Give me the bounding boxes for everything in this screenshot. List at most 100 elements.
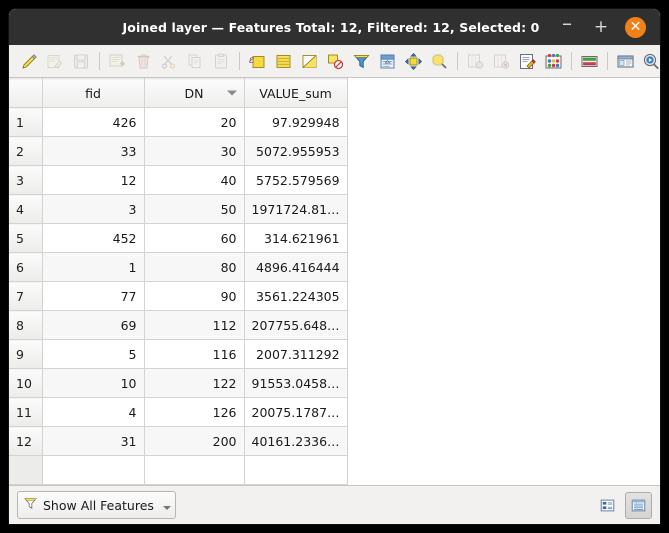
cell-value-sum[interactable]: 5072.955953 bbox=[244, 136, 348, 166]
cell-value-sum[interactable]: 1971724.81… bbox=[244, 194, 348, 224]
cut-features-icon bbox=[157, 48, 182, 74]
toolbar-separator bbox=[239, 52, 240, 70]
table-row[interactable]: 11 4 126 20075.1787… bbox=[9, 397, 348, 427]
cell-dn[interactable]: 200 bbox=[144, 426, 245, 456]
cell-value-sum[interactable]: 3561.224305 bbox=[244, 281, 348, 311]
row-number[interactable]: 3 bbox=[9, 165, 43, 195]
move-selection-to-top-icon[interactable] bbox=[375, 48, 400, 74]
cell-value-sum[interactable]: 4896.416444 bbox=[244, 252, 348, 282]
table-header: fid DN VALUE_sum bbox=[9, 78, 348, 108]
cell-dn[interactable]: 126 bbox=[144, 397, 245, 427]
cell-value-sum[interactable]: 2007.311292 bbox=[244, 339, 348, 369]
cell-dn[interactable]: 80 bbox=[144, 252, 245, 282]
chevron-down-icon bbox=[162, 506, 171, 510]
table-row[interactable]: 4 3 50 1971724.81… bbox=[9, 194, 348, 224]
multi-edit-icon[interactable] bbox=[577, 48, 602, 74]
cell-fid[interactable]: 31 bbox=[42, 426, 145, 456]
cell-fid[interactable]: 33 bbox=[42, 136, 145, 166]
cell-fid[interactable]: 5 bbox=[42, 339, 145, 369]
cell-dn[interactable]: 90 bbox=[144, 281, 245, 311]
cell-value-sum[interactable]: 40161.2336… bbox=[244, 426, 348, 456]
save-edits-icon bbox=[43, 48, 68, 74]
table-row[interactable]: 3 12 40 5752.579569 bbox=[9, 165, 348, 195]
cell-fid[interactable]: 452 bbox=[42, 223, 145, 253]
table-row[interactable]: 12 31 200 40161.2336… bbox=[9, 426, 348, 456]
cell-fid[interactable]: 4 bbox=[42, 397, 145, 427]
toolbar-separator bbox=[457, 52, 458, 70]
window-title: Joined layer — Features Total: 12, Filte… bbox=[122, 19, 540, 35]
cell-fid[interactable]: 10 bbox=[42, 368, 145, 398]
row-number[interactable]: 8 bbox=[9, 310, 43, 340]
table-view-toggle[interactable] bbox=[625, 491, 652, 519]
cell-dn[interactable]: 50 bbox=[144, 194, 245, 224]
minimize-button[interactable]: – bbox=[557, 13, 577, 41]
table-row[interactable]: 5 452 60 314.621961 bbox=[9, 223, 348, 253]
delete-field-icon bbox=[489, 48, 514, 74]
invert-selection-icon[interactable] bbox=[297, 48, 322, 74]
column-header-fid[interactable]: fid bbox=[42, 78, 145, 108]
paste-features-icon bbox=[209, 48, 234, 74]
cell-dn[interactable]: 122 bbox=[144, 368, 245, 398]
table-row[interactable]: 6 1 80 4896.416444 bbox=[9, 252, 348, 282]
column-header-dn[interactable]: DN bbox=[144, 78, 245, 108]
row-number[interactable]: 10 bbox=[9, 368, 43, 398]
cell-fid[interactable]: 3 bbox=[42, 194, 145, 224]
filter-selection-icon[interactable] bbox=[349, 48, 374, 74]
row-number[interactable]: 11 bbox=[9, 397, 43, 427]
table-row[interactable]: 10 10 122 91553.0458… bbox=[9, 368, 348, 398]
select-all-icon[interactable] bbox=[271, 48, 296, 74]
cell-value-sum[interactable]: 97.929948 bbox=[244, 107, 348, 137]
cell-dn[interactable]: 112 bbox=[144, 310, 245, 340]
zoom-map-to-selection-icon[interactable] bbox=[427, 48, 452, 74]
funnel-icon bbox=[23, 496, 38, 514]
column-header-value-sum[interactable]: VALUE_sum bbox=[244, 78, 348, 108]
cell-fid[interactable]: 69 bbox=[42, 310, 145, 340]
sort-descending-icon bbox=[226, 90, 237, 96]
table-body: 1 426 20 97.929948 2 33 30 5072.955953 3 12 40 5752… bbox=[9, 107, 348, 485]
toggle-editing-icon[interactable] bbox=[17, 48, 42, 74]
table-row[interactable]: 1 426 20 97.929948 bbox=[9, 107, 348, 137]
form-view-toggle[interactable] bbox=[594, 492, 621, 519]
open-field-calculator-icon[interactable] bbox=[515, 48, 540, 74]
cell-value-sum[interactable]: 5752.579569 bbox=[244, 165, 348, 195]
form-view-icon[interactable] bbox=[613, 48, 638, 74]
row-number[interactable]: 2 bbox=[9, 136, 43, 166]
deselect-all-icon[interactable] bbox=[323, 48, 348, 74]
row-number[interactable]: 6 bbox=[9, 252, 43, 282]
cell-value-sum[interactable]: 91553.0458… bbox=[244, 368, 348, 398]
cell-value-sum[interactable]: 314.621961 bbox=[244, 223, 348, 253]
conditional-formatting-icon[interactable] bbox=[541, 48, 566, 74]
close-button[interactable]: ✕ bbox=[625, 16, 646, 38]
add-feature-icon bbox=[105, 48, 130, 74]
row-number[interactable]: 9 bbox=[9, 339, 43, 369]
maximize-button[interactable]: + bbox=[591, 17, 611, 37]
select-by-expression-icon[interactable]: ε bbox=[245, 48, 270, 74]
cell-dn[interactable]: 40 bbox=[144, 165, 245, 195]
cell-fid[interactable]: 77 bbox=[42, 281, 145, 311]
row-number[interactable]: 5 bbox=[9, 223, 43, 253]
cell-value-sum[interactable]: 20075.1787… bbox=[244, 397, 348, 427]
row-number[interactable]: 12 bbox=[9, 426, 43, 456]
feature-filter-dropdown[interactable]: Show All Features bbox=[17, 491, 176, 519]
attribute-table[interactable]: fid DN VALUE_sum 1 426 20 97.929948 2 33 30 507… bbox=[9, 78, 660, 485]
cell-fid[interactable]: 12 bbox=[42, 165, 145, 195]
row-number[interactable]: 7 bbox=[9, 281, 43, 311]
cell-value-sum[interactable]: 207755.648… bbox=[244, 310, 348, 340]
row-number-empty bbox=[9, 455, 43, 485]
pan-map-to-selection-icon[interactable] bbox=[401, 48, 426, 74]
row-number[interactable]: 1 bbox=[9, 107, 43, 137]
cell-dn[interactable]: 20 bbox=[144, 107, 245, 137]
table-row[interactable]: 7 77 90 3561.224305 bbox=[9, 281, 348, 311]
actions-icon[interactable] bbox=[639, 48, 660, 74]
table-row[interactable]: 2 33 30 5072.955953 bbox=[9, 136, 348, 166]
cell-fid[interactable]: 1 bbox=[42, 252, 145, 282]
row-number[interactable]: 4 bbox=[9, 194, 43, 224]
table-corner-header[interactable] bbox=[9, 78, 43, 108]
copy-features-icon bbox=[183, 48, 208, 74]
cell-dn[interactable]: 30 bbox=[144, 136, 245, 166]
cell-dn[interactable]: 60 bbox=[144, 223, 245, 253]
table-row[interactable]: 8 69 112 207755.648… bbox=[9, 310, 348, 340]
table-row[interactable]: 9 5 116 2007.311292 bbox=[9, 339, 348, 369]
cell-dn[interactable]: 116 bbox=[144, 339, 245, 369]
cell-fid[interactable]: 426 bbox=[42, 107, 145, 137]
